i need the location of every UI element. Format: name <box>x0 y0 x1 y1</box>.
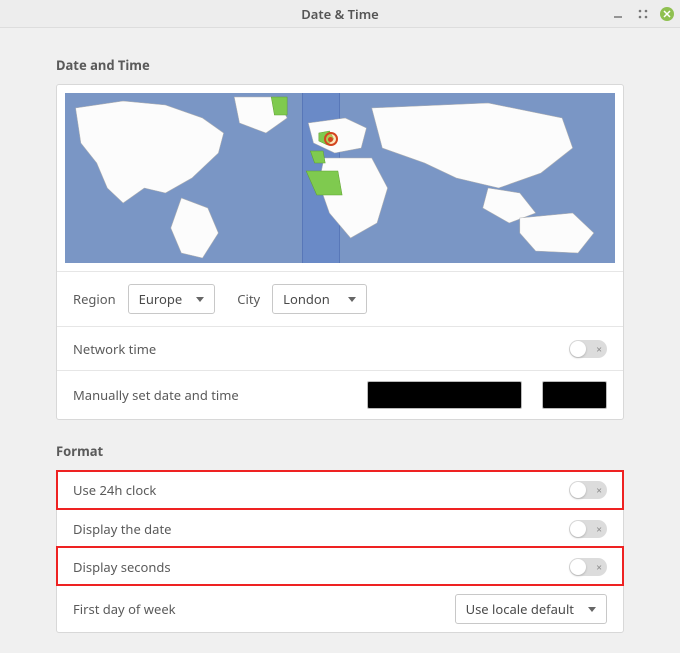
city-label: City <box>237 290 260 308</box>
display-date-toggle[interactable]: × <box>569 520 607 538</box>
time-field[interactable] <box>542 381 607 409</box>
network-time-label: Network time <box>73 340 156 358</box>
network-time-row: Network time × <box>57 326 623 370</box>
format-panel: Use 24h clock × Display the date × Displ… <box>56 470 624 633</box>
chevron-down-icon <box>196 297 204 302</box>
minimize-button[interactable] <box>610 7 625 22</box>
display-seconds-toggle[interactable]: × <box>569 558 607 576</box>
date-field[interactable] <box>367 381 522 409</box>
region-city-row: Region Europe City London <box>57 271 623 326</box>
display-seconds-row: Display seconds × <box>57 547 623 585</box>
content: Date and Time <box>0 28 680 653</box>
section-title-format: Format <box>56 442 624 460</box>
timezone-map[interactable] <box>65 93 615 263</box>
datetime-panel: Region Europe City London Network time ×… <box>56 84 624 420</box>
first-day-value: Use locale default <box>466 600 574 618</box>
network-time-toggle[interactable]: × <box>569 340 607 358</box>
window-controls <box>610 0 674 28</box>
first-day-dropdown[interactable]: Use locale default <box>455 594 607 624</box>
x-icon: × <box>596 342 602 356</box>
location-marker-icon <box>324 132 338 146</box>
map-container <box>57 85 623 271</box>
world-map-svg <box>65 93 615 263</box>
use-24h-row: Use 24h clock × <box>57 471 623 509</box>
display-date-row: Display the date × <box>57 509 623 547</box>
display-seconds-label: Display seconds <box>73 558 171 576</box>
region-dropdown[interactable]: Europe <box>128 284 216 314</box>
city-dropdown[interactable]: London <box>272 284 367 314</box>
first-day-label: First day of week <box>73 600 176 618</box>
maximize-button[interactable] <box>635 7 650 22</box>
titlebar: Date & Time <box>0 0 680 28</box>
first-day-row: First day of week Use locale default <box>57 585 623 632</box>
manual-datetime-row: Manually set date and time <box>57 370 623 419</box>
x-icon: × <box>596 560 602 574</box>
close-button[interactable] <box>660 7 674 21</box>
display-date-label: Display the date <box>73 520 171 538</box>
use-24h-label: Use 24h clock <box>73 481 156 499</box>
x-icon: × <box>596 522 602 536</box>
region-label: Region <box>73 290 116 308</box>
section-title-datetime: Date and Time <box>56 56 624 74</box>
manual-datetime-label: Manually set date and time <box>73 386 239 404</box>
window-title: Date & Time <box>301 5 379 23</box>
region-value: Europe <box>139 290 183 308</box>
chevron-down-icon <box>588 607 596 612</box>
city-value: London <box>283 290 330 308</box>
x-icon: × <box>596 483 602 497</box>
use-24h-toggle[interactable]: × <box>569 481 607 499</box>
chevron-down-icon <box>348 297 356 302</box>
